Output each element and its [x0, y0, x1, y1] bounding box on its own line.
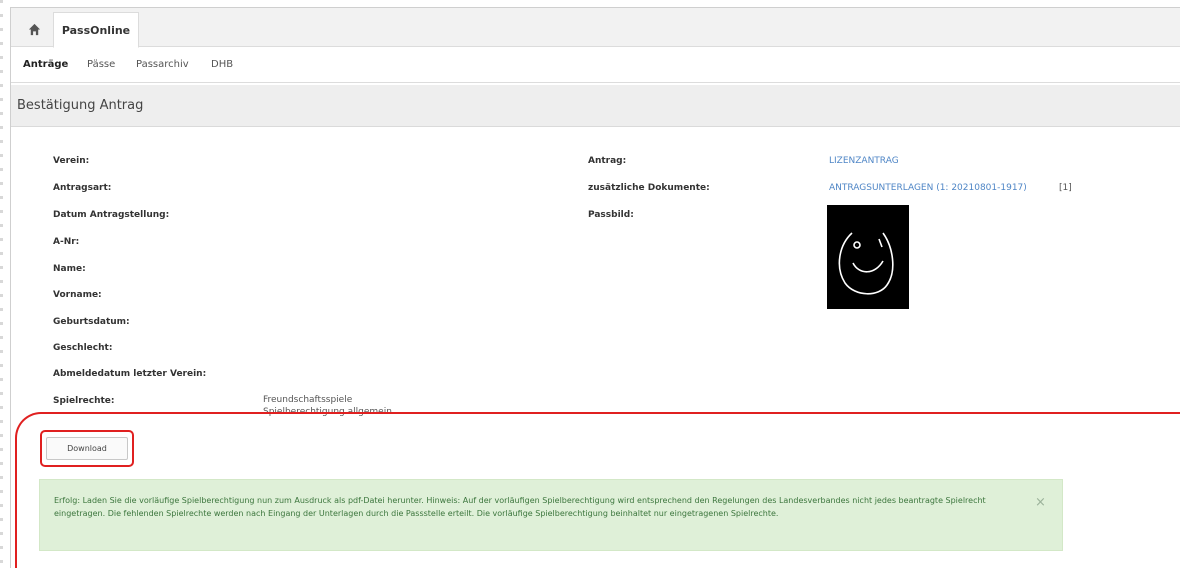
app-window: PassOnline Anträge Pässe Passarchiv DHB …	[10, 7, 1180, 568]
passbild-image	[827, 205, 909, 309]
home-button[interactable]	[19, 14, 49, 44]
page-title: Bestätigung Antrag	[17, 98, 144, 113]
subnav-item-dhb[interactable]: DHB	[211, 59, 233, 70]
antrag-link[interactable]: LIZENZANTRAG	[829, 156, 899, 166]
smiley-icon	[838, 232, 894, 295]
label-name: Name:	[53, 264, 86, 274]
label-datum-antragstellung: Datum Antragstellung:	[53, 210, 170, 220]
label-spielrechte: Spielrechte:	[53, 396, 115, 406]
download-highlight: Download	[40, 430, 134, 467]
page-edge-marker	[0, 0, 3, 568]
subnav-item-antraege[interactable]: Anträge	[23, 59, 68, 70]
label-passbild: Passbild:	[588, 210, 634, 220]
dokumente-count: [1]	[1059, 183, 1072, 193]
label-verein: Verein:	[53, 156, 90, 166]
subnav-item-paesse[interactable]: Pässe	[87, 59, 115, 70]
alert-message: Erfolg: Laden Sie die vorläufige Spielbe…	[54, 496, 986, 518]
label-vorname: Vorname:	[53, 290, 102, 300]
sub-navigation: Anträge Pässe Passarchiv DHB	[11, 48, 1180, 83]
label-geschlecht: Geschlecht:	[53, 343, 113, 353]
success-alert: Erfolg: Laden Sie die vorläufige Spielbe…	[39, 479, 1063, 551]
dokumente-link[interactable]: ANTRAGSUNTERLAGEN (1: 20210801-1917)	[829, 183, 1027, 193]
close-icon[interactable]: ×	[1035, 495, 1046, 510]
label-abmeldedatum: Abmeldedatum letzter Verein:	[53, 369, 207, 379]
tab-label: PassOnline	[61, 23, 131, 37]
tab-passonline[interactable]: PassOnline	[53, 12, 139, 48]
page-header: Bestätigung Antrag	[11, 85, 1180, 127]
home-icon	[28, 23, 40, 35]
label-a-nr: A-Nr:	[53, 237, 80, 247]
label-antragsart: Antragsart:	[53, 183, 112, 193]
subnav-item-passarchiv[interactable]: Passarchiv	[136, 59, 189, 70]
label-geburtsdatum: Geburtsdatum:	[53, 317, 130, 327]
label-antrag: Antrag:	[588, 156, 627, 166]
spielrecht-value: Freundschaftsspiele	[263, 395, 353, 405]
label-zusaetzliche-dokumente: zusätzliche Dokumente:	[588, 183, 710, 193]
download-button[interactable]: Download	[46, 437, 128, 460]
top-tab-bar: PassOnline	[11, 8, 1180, 48]
